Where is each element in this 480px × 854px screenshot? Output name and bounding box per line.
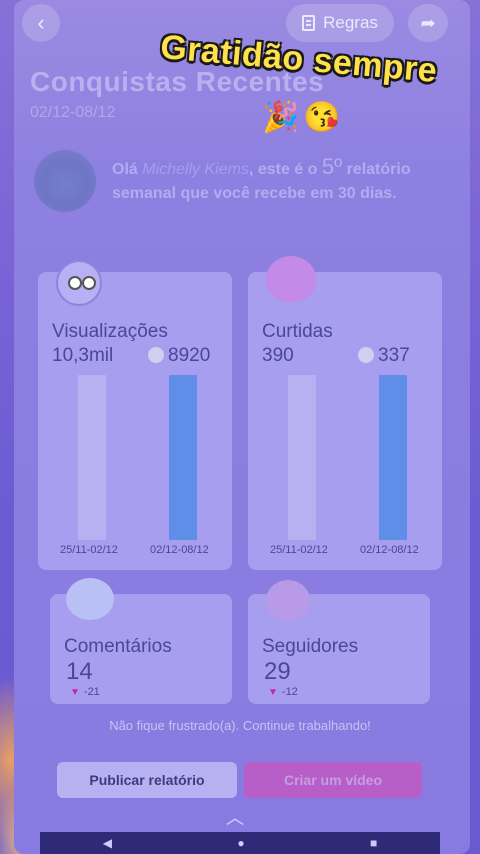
greeting-middle: , este é o [248,161,322,178]
comments-delta: ▼ -21 [70,686,100,698]
nav-home-icon[interactable]: ● [237,836,244,850]
create-video-button[interactable]: Criar um vídeo [244,762,422,798]
back-button[interactable]: ‹ [22,4,60,42]
greeting-text: Olá Michelly Kiems, este é o 5º relatóri… [112,155,432,206]
face-mini-icon [148,347,164,363]
likes-label: Curtidas [262,321,333,342]
views-previous-bar [78,375,106,540]
views-prev-period: 25/11-02/12 [60,544,118,556]
likes-prev-period: 25/11-02/12 [270,544,328,556]
rules-label: Regras [323,13,378,32]
views-label: Visualizações [52,321,168,342]
down-arrow-icon: ▼ [268,687,278,698]
views-current: 8920 [148,345,210,367]
views-card[interactable]: Visualizações 10,3mil 8920 25/11-02/12 0… [38,260,232,570]
views-cur-period: 02/12-08/12 [150,544,209,556]
likes-current-value: 337 [378,345,410,366]
chevron-up-icon[interactable]: ︿ [226,804,244,830]
greeting-prefix: Olá [112,161,143,178]
likes-previous-bar [288,375,316,540]
nav-back-icon[interactable]: ◀ [103,836,112,850]
likes-current-bar [379,375,407,540]
comments-label: Comentários [64,636,172,657]
likes-cur-period: 02/12-08/12 [360,544,419,556]
views-current-value: 8920 [168,345,211,366]
avatar [34,150,96,212]
user-name: Michelly Kiems [142,161,249,178]
views-previous-value: 10,3mil [52,345,114,366]
comments-card[interactable]: Comentários 14 ▼ -21 [50,578,232,704]
likes-previous-value: 390 [262,345,294,366]
system-nav-bar: ◀ ● ■ [40,832,440,854]
share-icon: ➦ [420,12,436,33]
document-icon [302,15,316,31]
down-arrow-icon: ▼ [70,687,80,698]
face-mini-icon [358,347,374,363]
views-current-bar [169,375,197,540]
likes-card[interactable]: Curtidas 390 337 25/11-02/12 02/12-08/12 [248,256,442,570]
likes-current: 337 [358,345,410,367]
date-range: 02/12-08/12 [30,104,116,121]
motivation-text: Não fique frustrado(a). Continue trabalh… [109,718,371,733]
report-number: 5º [321,154,343,179]
chevron-left-icon: ‹ [37,10,45,35]
overlay-emojis: 🎉😘 [262,101,345,134]
comments-value: 14 [66,658,93,685]
share-button[interactable]: ➦ [408,4,448,42]
followers-card[interactable]: Seguidores 29 ▼ -12 [248,580,430,704]
nav-recents-icon[interactable]: ■ [370,836,377,850]
followers-label: Seguidores [262,636,359,657]
rules-button[interactable]: Regras [286,4,394,42]
heart-icon [266,256,316,302]
speech-bubble-icon [66,578,114,620]
followers-delta-value: -12 [281,686,298,698]
followers-value: 29 [264,658,291,685]
comments-delta-value: -21 [83,686,100,698]
surprised-face-icon [56,260,102,306]
followers-delta: ▼ -12 [268,686,298,698]
publish-report-button[interactable]: Publicar relatório [57,762,237,798]
heart-hands-icon [266,580,310,620]
